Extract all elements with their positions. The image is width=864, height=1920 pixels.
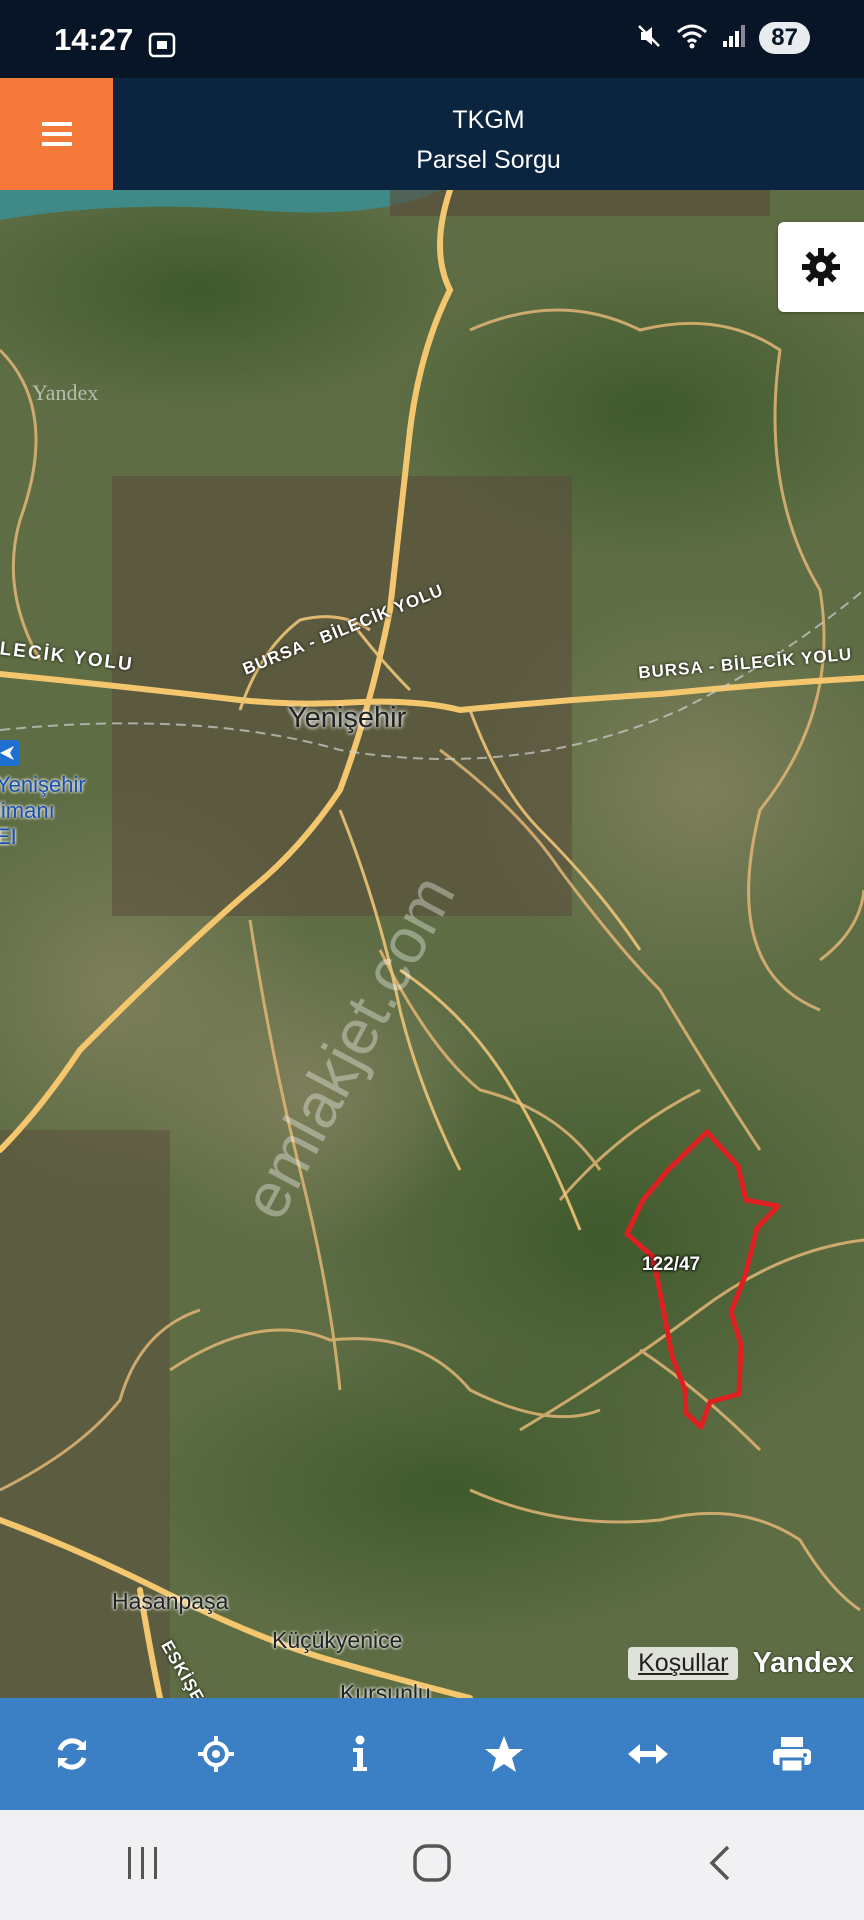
gear-icon	[802, 248, 840, 286]
battery-level: 87	[759, 22, 810, 54]
provider-watermark: Yandex	[32, 380, 99, 405]
print-icon	[773, 1737, 811, 1774]
hamburger-icon	[41, 122, 72, 146]
back-button[interactable]	[701, 1843, 741, 1887]
app-subtitle: Parsel Sorgu	[416, 146, 561, 174]
back-icon	[709, 1845, 729, 1881]
screenshot-icon	[148, 32, 176, 62]
map-view[interactable]: İLECİK YOLU BURSA - BİLECİK YOLU BURSA -…	[0, 190, 864, 1698]
map-toolbar	[0, 1698, 864, 1810]
airport-label: Yenişehir limanı EI	[0, 772, 86, 849]
settings-button[interactable]	[778, 222, 864, 312]
home-icon	[413, 1844, 451, 1882]
city-label: Yenişehir	[288, 702, 407, 734]
app-title: TKGM	[452, 106, 525, 134]
print-button[interactable]	[752, 1714, 832, 1794]
status-time: 14:27	[54, 22, 134, 57]
refresh-icon	[57, 1738, 87, 1770]
info-button[interactable]	[320, 1714, 400, 1794]
refresh-button[interactable]	[32, 1714, 112, 1794]
star-icon	[485, 1736, 523, 1772]
home-button[interactable]	[410, 1841, 454, 1889]
locate-button[interactable]	[176, 1714, 256, 1794]
recent-apps-icon	[128, 1847, 158, 1879]
wifi-icon	[675, 22, 709, 54]
map-attribution: Koşullar Yandex	[628, 1647, 854, 1680]
place-label: Küçükyenice	[272, 1627, 403, 1653]
status-bar: 14:27 87	[0, 0, 864, 78]
menu-button[interactable]	[0, 78, 113, 190]
signal-icon	[721, 23, 747, 53]
recent-apps-button[interactable]	[123, 1843, 163, 1887]
terms-link[interactable]: Koşullar	[628, 1647, 739, 1680]
mute-icon	[635, 22, 663, 54]
system-nav-bar	[0, 1810, 864, 1920]
place-label: Kurşunlu	[340, 1680, 431, 1698]
measure-button[interactable]	[608, 1714, 688, 1794]
favorite-button[interactable]	[464, 1714, 544, 1794]
parcel-label[interactable]: 122/47	[642, 1254, 700, 1276]
place-label: Hasanpaşa	[112, 1588, 229, 1614]
app-header: TKGM Parsel Sorgu	[0, 78, 864, 190]
locate-icon	[198, 1736, 234, 1772]
info-icon	[353, 1735, 367, 1771]
provider-logo: Yandex	[752, 1647, 854, 1679]
measure-icon	[628, 1744, 668, 1764]
